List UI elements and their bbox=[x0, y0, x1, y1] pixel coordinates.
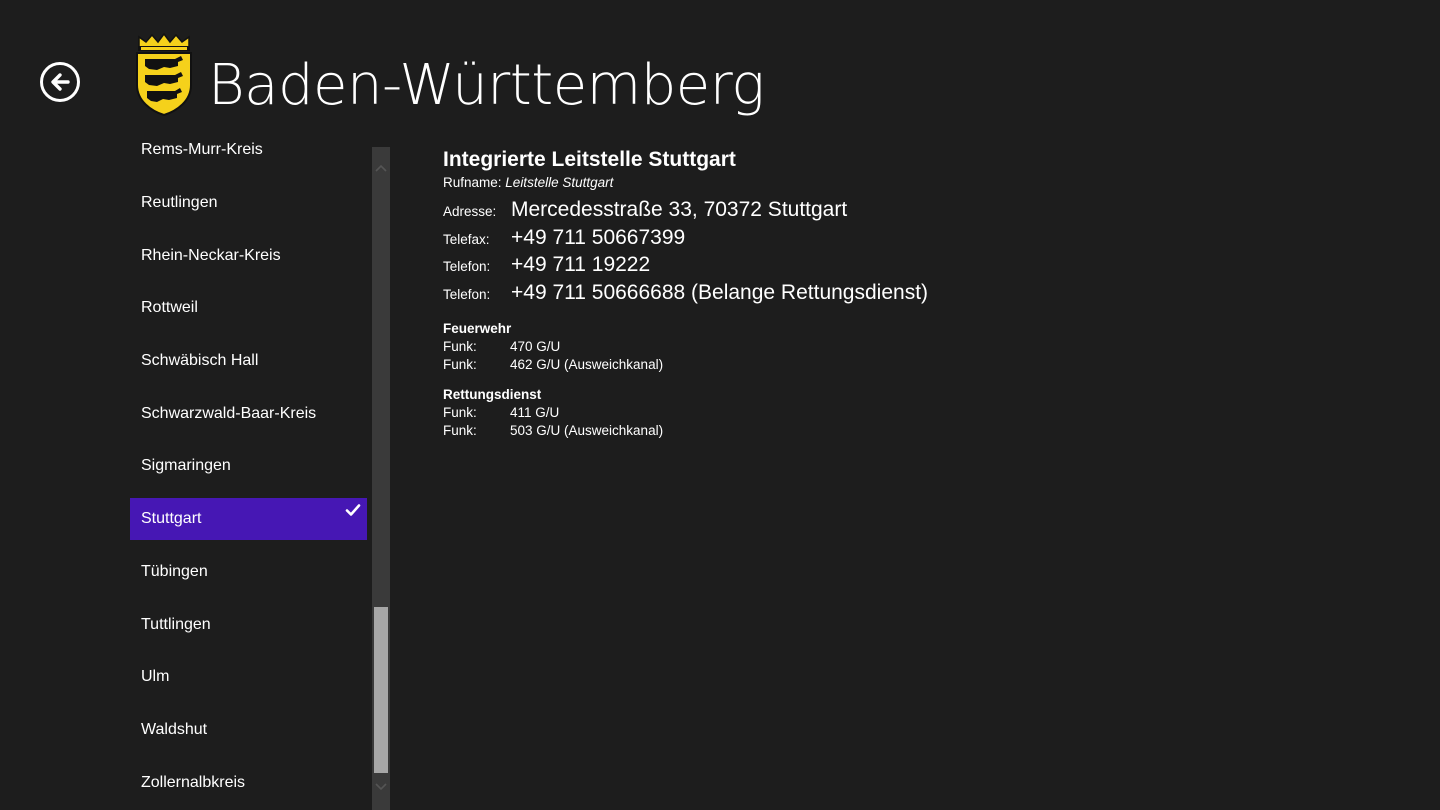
contact-label: Telefon: bbox=[443, 259, 491, 274]
scrollbar[interactable] bbox=[372, 147, 390, 810]
list-item-selected[interactable]: Stuttgart bbox=[130, 498, 367, 540]
funk-label: Funk: bbox=[443, 405, 477, 420]
district-list[interactable]: Rems-Murr-Kreis Reutlingen Rhein-Neckar-… bbox=[130, 138, 390, 810]
funk-row: Funk: 411 G/U bbox=[443, 404, 1403, 422]
list-item[interactable]: Waldshut bbox=[130, 709, 367, 751]
section-title: Rettungsdienst bbox=[443, 387, 542, 402]
list-item[interactable]: Sigmaringen bbox=[130, 445, 367, 487]
section-title: Feuerwehr bbox=[443, 321, 512, 336]
funk-label: Funk: bbox=[443, 357, 477, 372]
list-item[interactable]: Schwäbisch Hall bbox=[130, 340, 367, 382]
checkmark-icon bbox=[345, 504, 361, 516]
list-item[interactable]: Rems-Murr-Kreis bbox=[130, 138, 367, 171]
list-item[interactable]: Zollernalbkreis bbox=[130, 762, 367, 804]
scroll-down-icon[interactable] bbox=[375, 780, 387, 792]
scroll-thumb[interactable] bbox=[374, 607, 388, 773]
funk-row: Funk: 503 G/U (Ausweichkanal) bbox=[443, 422, 1403, 440]
list-item[interactable]: Tuttlingen bbox=[130, 604, 367, 646]
rufname-value: Leitstelle Stuttgart bbox=[505, 175, 614, 190]
list-item[interactable]: Ulm bbox=[130, 656, 367, 698]
scroll-up-icon[interactable] bbox=[375, 163, 387, 175]
contact-label: Adresse: bbox=[443, 204, 497, 219]
contact-row: Telefax: +49 711 50667399 bbox=[443, 226, 1403, 254]
funk-value: 462 G/U (Ausweichkanal) bbox=[510, 357, 664, 372]
list-item-label: Stuttgart bbox=[141, 510, 202, 527]
list-item[interactable]: Reutlingen bbox=[130, 182, 367, 224]
phone-value: +49 711 19222 bbox=[511, 253, 651, 276]
rufname-label: Rufname: bbox=[443, 175, 502, 190]
contact-label: Telefon: bbox=[443, 286, 491, 302]
back-button[interactable] bbox=[40, 62, 80, 102]
funk-value: 470 G/U bbox=[510, 339, 561, 354]
detail-panel: Integrierte Leitstelle Stuttgart Rufname… bbox=[443, 146, 1403, 440]
address-value: Mercedesstraße 33, 70372 Stuttgart bbox=[511, 198, 848, 221]
detail-heading: Integrierte Leitstelle Stuttgart bbox=[443, 148, 736, 171]
rufname-row: Rufname: Leitstelle Stuttgart bbox=[443, 174, 1403, 192]
list-item[interactable]: Rhein-Neckar-Kreis bbox=[130, 235, 367, 277]
contact-row: Adresse: Mercedesstraße 33, 70372 Stuttg… bbox=[443, 198, 1403, 226]
contact-row: Telefon: +49 711 19222 bbox=[443, 253, 1403, 281]
list-item[interactable]: Schwarzwald-Baar-Kreis bbox=[130, 393, 367, 435]
fax-value: +49 711 50667399 bbox=[511, 225, 686, 249]
page-title: Baden-Württemberg bbox=[208, 53, 765, 118]
funk-row: Funk: 470 G/U bbox=[443, 338, 1403, 356]
funk-value: 411 G/U bbox=[510, 405, 560, 420]
funk-row: Funk: 462 G/U (Ausweichkanal) bbox=[443, 356, 1403, 374]
contact-block: Adresse: Mercedesstraße 33, 70372 Stuttg… bbox=[443, 198, 1403, 308]
list-item[interactable]: Tübingen bbox=[130, 551, 367, 593]
section-rettungsdienst: Rettungsdienst Funk: 411 G/U Funk: 503 G… bbox=[443, 386, 1403, 440]
funk-label: Funk: bbox=[443, 423, 477, 438]
contact-row: Telefon: +49 711 50666688 (Belange Rettu… bbox=[443, 281, 1403, 309]
list-item[interactable]: Rottweil bbox=[130, 287, 367, 329]
funk-value: 503 G/U (Ausweichkanal) bbox=[510, 423, 664, 438]
coat-of-arms-icon bbox=[136, 33, 192, 117]
section-feuerwehr: Feuerwehr Funk: 470 G/U Funk: 462 G/U (A… bbox=[443, 320, 1403, 374]
funk-label: Funk: bbox=[443, 339, 477, 354]
back-arrow-icon bbox=[51, 73, 70, 91]
contact-label: Telefax: bbox=[443, 231, 490, 247]
phone-value: +49 711 50666688 (Belange Rettungsdienst… bbox=[511, 280, 929, 304]
